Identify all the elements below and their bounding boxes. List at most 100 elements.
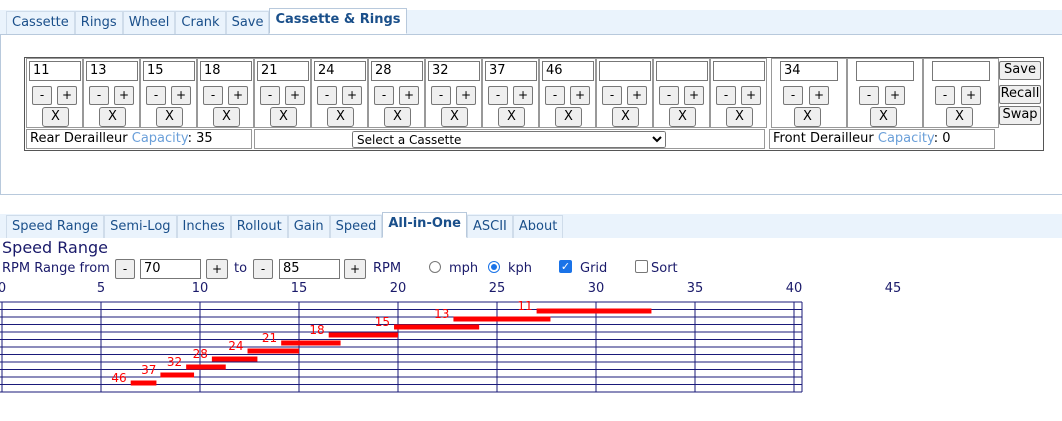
bottom-tab-ascii[interactable]: ASCII <box>466 215 513 238</box>
mph-radio[interactable] <box>429 261 441 273</box>
cog-remove-button[interactable]: X <box>42 107 69 127</box>
ring-input[interactable] <box>932 61 990 81</box>
cog-remove-button[interactable]: X <box>327 107 354 127</box>
cog-increase-button[interactable]: + <box>342 86 362 105</box>
rpm-from-input[interactable]: 70 <box>140 259 201 279</box>
cog-remove-button[interactable]: X <box>726 107 753 127</box>
cog-increase-button[interactable]: + <box>741 86 761 105</box>
cog-decrease-button[interactable]: - <box>659 86 679 105</box>
swap-button[interactable]: Swap <box>999 106 1041 125</box>
cog-increase-button[interactable]: + <box>513 86 533 105</box>
x-tick-label: 45 <box>885 281 902 296</box>
cog-decrease-button[interactable]: - <box>431 86 451 105</box>
bottom-tab-all-in-one[interactable]: All-in-One <box>382 212 467 238</box>
bottom-tab-about[interactable]: About <box>512 215 564 238</box>
cog-increase-button[interactable]: + <box>114 86 134 105</box>
ring-input[interactable]: 34 <box>780 61 838 81</box>
cog-increase-button[interactable]: + <box>627 86 647 105</box>
cog-decrease-button[interactable]: - <box>488 86 508 105</box>
cog-input[interactable]: 24 <box>314 61 366 81</box>
cog-remove-button[interactable]: X <box>270 107 297 127</box>
ring-decrease-button[interactable]: - <box>859 86 879 105</box>
cog-remove-button[interactable]: X <box>384 107 411 127</box>
rear-derailleur-capacity-link[interactable]: Capacity <box>132 131 188 146</box>
cog-remove-button[interactable]: X <box>441 107 468 127</box>
recall-button[interactable]: Recall <box>999 85 1041 104</box>
front-derailleur-capacity-link[interactable]: Capacity <box>878 131 934 146</box>
cog-decrease-button[interactable]: - <box>260 86 280 105</box>
rpm-from-increase-button[interactable]: + <box>206 259 228 279</box>
bottom-tab-semi-log[interactable]: Semi-Log <box>104 215 177 238</box>
speed-bar-21 <box>281 340 341 346</box>
top-tab-crank[interactable]: Crank <box>175 11 226 34</box>
cog-decrease-button[interactable]: - <box>716 86 736 105</box>
cog-decrease-button[interactable]: - <box>32 86 52 105</box>
top-tab-cassette[interactable]: Cassette <box>6 11 75 34</box>
top-tab-rings[interactable]: Rings <box>74 11 123 34</box>
cog-input[interactable] <box>656 61 708 81</box>
cog-remove-button[interactable]: X <box>669 107 696 127</box>
cog-increase-button[interactable]: + <box>285 86 305 105</box>
cog-input[interactable]: 18 <box>200 61 252 81</box>
x-tick-label: 15 <box>291 281 308 296</box>
cog-decrease-button[interactable]: - <box>317 86 337 105</box>
bottom-tab-gain[interactable]: Gain <box>287 215 330 238</box>
grid-checkbox[interactable]: ✓ <box>559 260 572 273</box>
cog-remove-button[interactable]: X <box>555 107 582 127</box>
cog-remove-button[interactable]: X <box>213 107 240 127</box>
sort-checkbox[interactable] <box>635 260 648 273</box>
cog-input[interactable] <box>713 61 765 81</box>
cog-increase-button[interactable]: + <box>171 86 191 105</box>
ring-increase-button[interactable]: + <box>961 86 981 105</box>
ring-remove-button[interactable]: X <box>946 107 973 127</box>
speed-bar-11 <box>536 308 652 314</box>
cog-input[interactable]: 15 <box>143 61 195 81</box>
cog-decrease-button[interactable]: - <box>146 86 166 105</box>
rpm-to-input[interactable]: 85 <box>279 259 340 279</box>
cog-input[interactable]: 21 <box>257 61 309 81</box>
ring-decrease-button[interactable]: - <box>783 86 803 105</box>
cassette-select[interactable]: Select a Cassette <box>352 131 666 148</box>
cog-input[interactable]: 32 <box>428 61 480 81</box>
rpm-to-decrease-button[interactable]: - <box>253 259 273 279</box>
ring-increase-button[interactable]: + <box>809 86 829 105</box>
cog-decrease-button[interactable]: - <box>545 86 565 105</box>
bottom-tab-speed[interactable]: Speed <box>329 215 383 238</box>
rpm-from-decrease-button[interactable]: - <box>115 259 135 279</box>
cog-increase-button[interactable]: + <box>684 86 704 105</box>
cog-input[interactable] <box>599 61 651 81</box>
cog-decrease-button[interactable]: - <box>602 86 622 105</box>
cog-remove-button[interactable]: X <box>156 107 183 127</box>
cog-decrease-button[interactable]: - <box>89 86 109 105</box>
ring-input[interactable] <box>856 61 914 81</box>
cog-increase-button[interactable]: + <box>57 86 77 105</box>
ring-decrease-button[interactable]: - <box>935 86 955 105</box>
ring-remove-button[interactable]: X <box>794 107 821 127</box>
rpm-to-increase-button[interactable]: + <box>344 259 366 279</box>
save-button[interactable]: Save <box>999 61 1041 80</box>
cog-input[interactable]: 11 <box>29 61 81 81</box>
top-tab-wheel[interactable]: Wheel <box>122 11 176 34</box>
top-tab-save[interactable]: Save <box>225 11 270 34</box>
bottom-tab-rollout[interactable]: Rollout <box>230 215 288 238</box>
ring-remove-button[interactable]: X <box>870 107 897 127</box>
cog-increase-button[interactable]: + <box>399 86 419 105</box>
ring-increase-button[interactable]: + <box>885 86 905 105</box>
cog-input[interactable]: 37 <box>485 61 537 81</box>
cog-input[interactable]: 28 <box>371 61 423 81</box>
cog-decrease-button[interactable]: - <box>374 86 394 105</box>
cog-increase-button[interactable]: + <box>228 86 248 105</box>
cog-input[interactable]: 13 <box>86 61 138 81</box>
cog-decrease-button[interactable]: - <box>203 86 223 105</box>
cog-increase-button[interactable]: + <box>570 86 590 105</box>
cog-remove-button[interactable]: X <box>99 107 126 127</box>
bottom-tab-speed-range[interactable]: Speed Range <box>6 215 105 238</box>
top-tab-cassette-rings[interactable]: Cassette & Rings <box>269 8 407 34</box>
bottom-tab-inches[interactable]: Inches <box>176 215 231 238</box>
kph-radio[interactable] <box>488 261 500 273</box>
cog-increase-button[interactable]: + <box>456 86 476 105</box>
cog-remove-button[interactable]: X <box>612 107 639 127</box>
cog-remove-button[interactable]: X <box>498 107 525 127</box>
cog-input[interactable]: 46 <box>542 61 594 81</box>
rpm-to-label: to <box>234 261 248 276</box>
